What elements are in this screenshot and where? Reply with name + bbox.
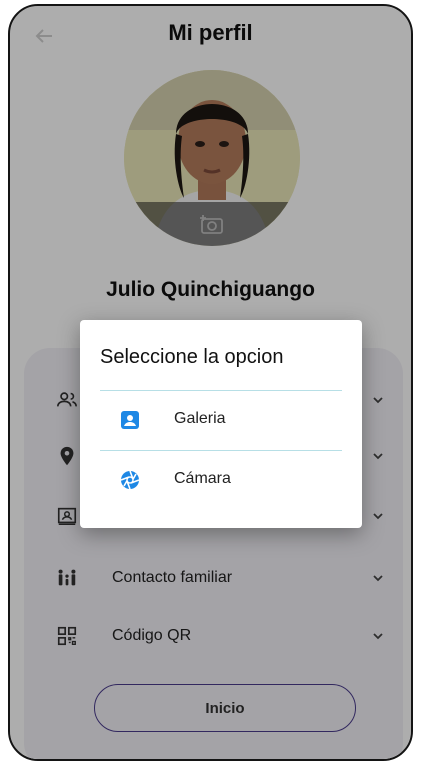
gallery-icon [121,411,139,429]
gallery-option[interactable]: Galeria [80,392,362,448]
divider [100,390,342,391]
phone-frame: Mi perfil Julio Quinchiguango Contacto f… [8,4,413,761]
dialog-title: Seleccione la opcion [100,346,284,368]
divider [100,450,342,451]
camera-option[interactable]: Cámara [80,452,362,508]
option-label: Galeria [174,410,226,427]
camera-aperture-icon [120,470,140,490]
select-option-dialog: Seleccione la opcion Galeria Cámara [80,320,362,528]
option-label: Cámara [174,470,231,487]
